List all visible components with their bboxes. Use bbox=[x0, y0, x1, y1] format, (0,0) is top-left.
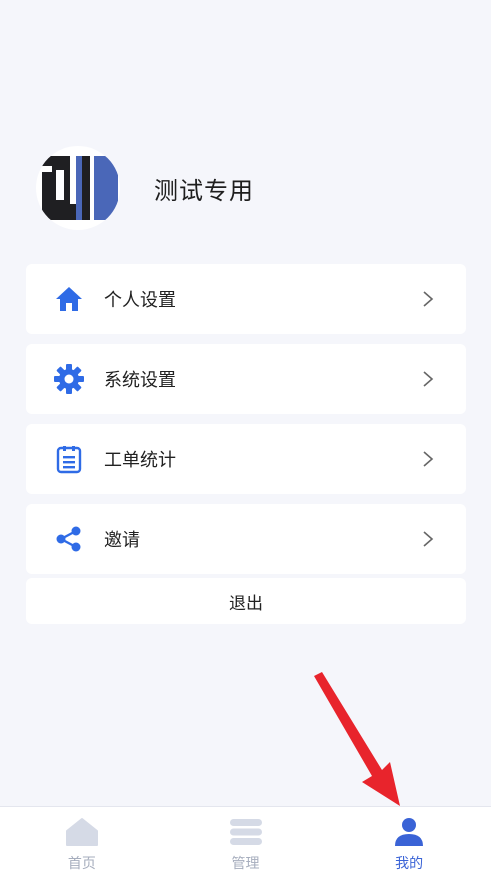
menu-item-label: 邀请 bbox=[104, 530, 140, 551]
share-icon bbox=[52, 522, 86, 556]
menu-item-label: 个人设置 bbox=[104, 290, 176, 311]
annotation-arrow-icon bbox=[314, 672, 400, 806]
chevron-right-icon bbox=[423, 291, 434, 307]
tab-mine[interactable]: 我的 bbox=[327, 807, 491, 873]
stack-tab-icon bbox=[229, 819, 262, 845]
logout-button[interactable]: 退出 bbox=[26, 578, 466, 624]
chevron-right-icon bbox=[423, 531, 434, 547]
clipboard-icon bbox=[52, 442, 86, 476]
menu-item-work-order-stats[interactable]: 工单统计 bbox=[26, 424, 466, 494]
tab-label: 我的 bbox=[395, 856, 424, 872]
chevron-right-icon bbox=[423, 451, 434, 467]
tab-home[interactable]: 首页 bbox=[0, 807, 164, 873]
gear-icon bbox=[52, 362, 86, 396]
tab-manage[interactable]: 管理 bbox=[164, 807, 328, 873]
home-tab-icon bbox=[65, 818, 98, 846]
menu-item-system-settings[interactable]: 系统设置 bbox=[26, 344, 466, 414]
avatar[interactable] bbox=[36, 146, 120, 230]
home-icon bbox=[52, 282, 86, 316]
username: 测试专用 bbox=[154, 176, 254, 205]
tab-label: 首页 bbox=[67, 856, 96, 872]
profile-header: 测试专用 bbox=[36, 146, 254, 230]
menu-item-label: 工单统计 bbox=[104, 450, 176, 471]
menu-item-personal-settings[interactable]: 个人设置 bbox=[26, 264, 466, 334]
chevron-right-icon bbox=[423, 371, 434, 387]
bottom-tab-bar: 首页 管理 我的 bbox=[0, 806, 491, 873]
tab-label: 管理 bbox=[231, 856, 260, 872]
menu-item-invite[interactable]: 邀请 bbox=[26, 504, 466, 574]
avatar-logo-image bbox=[42, 156, 118, 220]
menu-item-label: 系统设置 bbox=[104, 370, 176, 391]
user-tab-icon bbox=[395, 818, 424, 846]
